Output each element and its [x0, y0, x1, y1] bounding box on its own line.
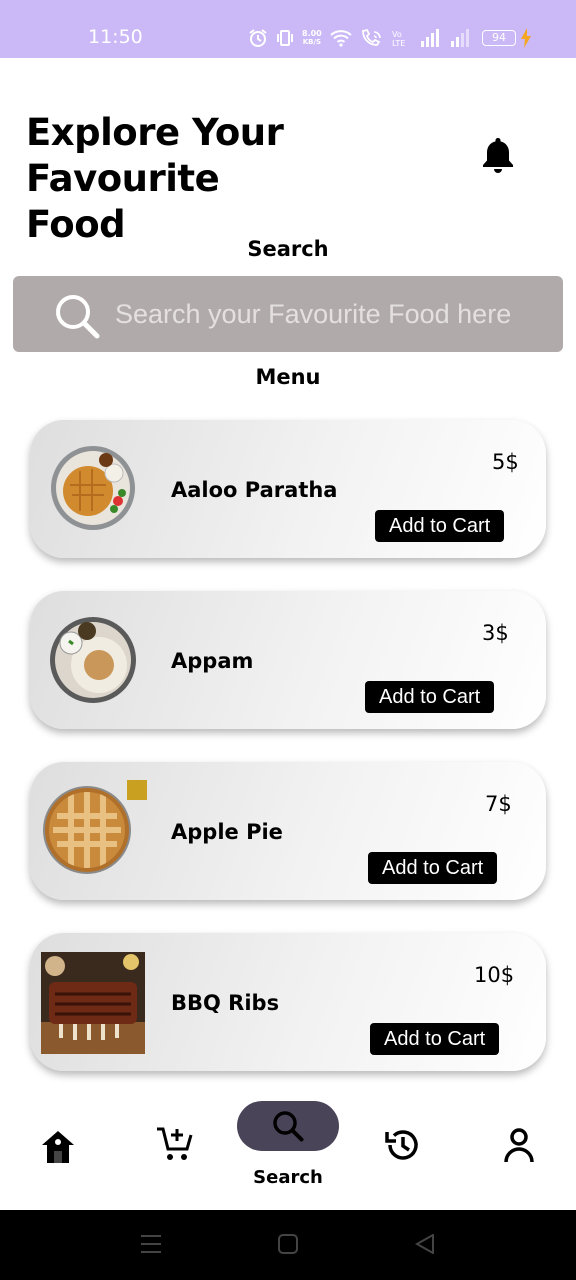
search-icon	[273, 1111, 304, 1142]
status-icons: 8.00 KB/S Vo LTE	[248, 27, 472, 49]
aaloo-paratha-image	[51, 446, 135, 530]
menu-caption: Menu	[255, 365, 321, 389]
add-to-cart-button[interactable]: Add to Cart	[368, 852, 498, 884]
menu-item-card[interactable]: Appam 3$ Add to Cart	[30, 591, 546, 729]
history-icon[interactable]	[384, 1126, 422, 1164]
profile-icon[interactable]	[503, 1128, 535, 1164]
volte-icon: VoLTE	[392, 30, 405, 48]
battery-indicator: 94	[482, 30, 516, 46]
bottom-nav: Search	[0, 1085, 576, 1210]
menu-item-card[interactable]: Apple Pie 7$ Add to Cart	[30, 762, 546, 900]
status-time: 11:50	[88, 26, 143, 48]
search-icon	[56, 295, 100, 339]
home-button-icon[interactable]	[278, 1234, 298, 1254]
signal-2-icon	[450, 29, 469, 47]
food-price: 7$	[485, 792, 512, 816]
food-name: Appam	[171, 649, 254, 673]
notification-bell-icon[interactable]	[480, 136, 516, 174]
search-caption: Search	[247, 237, 329, 261]
charging-icon	[521, 28, 531, 48]
add-to-cart-button[interactable]: Add to Cart	[365, 681, 495, 713]
food-name: BBQ Ribs	[171, 991, 280, 1015]
add-to-cart-button[interactable]: Add to Cart	[375, 510, 505, 542]
food-price: 5$	[492, 450, 519, 474]
menu-item-card[interactable]: BBQ Ribs 10$ Add to Cart	[30, 933, 546, 1071]
net-speed: 8.00 KB/S	[302, 29, 322, 47]
search-bar[interactable]	[13, 276, 563, 352]
status-bar: 11:50 8.00 KB/S Vo LTE 94	[0, 0, 576, 58]
wifi-icon	[330, 30, 352, 47]
menu-icon[interactable]	[140, 1234, 162, 1254]
system-nav-bar	[0, 1210, 576, 1280]
svg-text:LTE: LTE	[392, 39, 405, 48]
back-icon[interactable]	[414, 1234, 436, 1254]
search-input[interactable]	[115, 294, 545, 334]
signal-1-icon	[420, 29, 439, 47]
nav-label-search: Search	[253, 1167, 323, 1188]
page-title: Explore Your Favourite Food	[26, 111, 284, 246]
nav-item-search-active[interactable]	[237, 1101, 339, 1151]
food-price: 3$	[482, 621, 509, 645]
add-to-cart-icon[interactable]	[155, 1125, 193, 1163]
home-icon[interactable]	[40, 1129, 76, 1165]
svg-text:Vo: Vo	[392, 30, 402, 39]
vibrate-icon	[277, 30, 293, 46]
food-name: Apple Pie	[171, 820, 283, 844]
food-name: Aaloo Paratha	[171, 478, 338, 502]
bbq-ribs-image	[41, 952, 145, 1054]
apple-pie-image	[43, 780, 147, 874]
appam-image	[50, 617, 136, 703]
alarm-icon	[249, 29, 267, 47]
add-to-cart-button[interactable]: Add to Cart	[370, 1023, 500, 1055]
wifi-calling-icon	[361, 28, 381, 46]
food-price: 10$	[474, 963, 515, 987]
menu-item-card[interactable]: Aaloo Paratha 5$ Add to Cart	[30, 420, 546, 558]
